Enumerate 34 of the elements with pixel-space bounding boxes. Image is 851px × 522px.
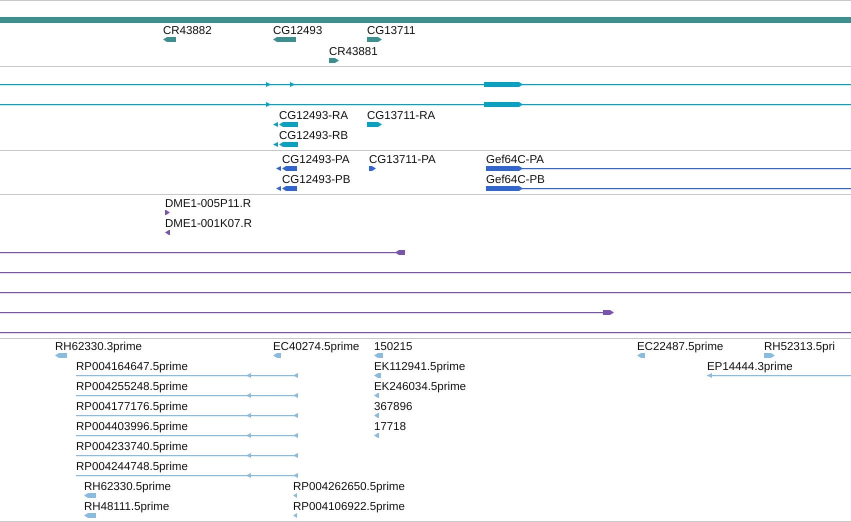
feature-label: EK246034.5prime <box>374 381 466 393</box>
feature-label: EC40274.5prime <box>273 341 360 353</box>
feature-label: CG13711-PA <box>369 154 436 166</box>
feature-label: 17718 <box>374 421 406 433</box>
feature-label: DME1-001K07.R <box>165 218 252 230</box>
feature-label: EC22487.5prime <box>637 341 724 353</box>
feature-label: RP004106922.5prime <box>293 501 405 513</box>
feature-label: RH52313.5pri <box>764 341 835 353</box>
feature-label: RP004262650.5prime <box>293 481 405 493</box>
feature-label: RP004244748.5prime <box>76 461 188 473</box>
feature-label: 367896 <box>374 401 412 413</box>
feature-label: CR43881 <box>329 46 378 58</box>
feature-label: CG12493-RA <box>279 110 348 122</box>
feature-label: RH62330.5prime <box>84 481 171 493</box>
feature-label: RP004233740.5prime <box>76 441 188 453</box>
feature-label: CG12493-PB <box>282 174 350 186</box>
feature-label: RH62330.3prime <box>55 341 142 353</box>
feature-label: EK112941.5prime <box>374 361 466 373</box>
feature-label: CG12493-PA <box>282 154 350 166</box>
feature-label: DME1-005P11.R <box>165 198 252 210</box>
feature-label: RP004255248.5prime <box>76 381 188 393</box>
feature-label: RH48111.5prime <box>84 501 170 513</box>
feature-label: Gef64C-PA <box>486 154 544 166</box>
feature-label: Gef64C-PB <box>486 174 545 186</box>
feature-label: CG13711 <box>367 25 416 37</box>
feature-label: CG12493 <box>273 25 322 37</box>
feature-label: 150215 <box>374 341 412 353</box>
feature-label: RP004177176.5prime <box>76 401 188 413</box>
feature-label: RP004164647.5prime <box>76 361 188 373</box>
feature-label: CG13711-RA <box>367 110 436 122</box>
feature-label: CG12493-RB <box>279 130 348 142</box>
feature-label: RP004403996.5prime <box>76 421 188 433</box>
feature-label: EP14444.3prime <box>707 361 793 373</box>
feature-label: CR43882 <box>163 25 212 37</box>
